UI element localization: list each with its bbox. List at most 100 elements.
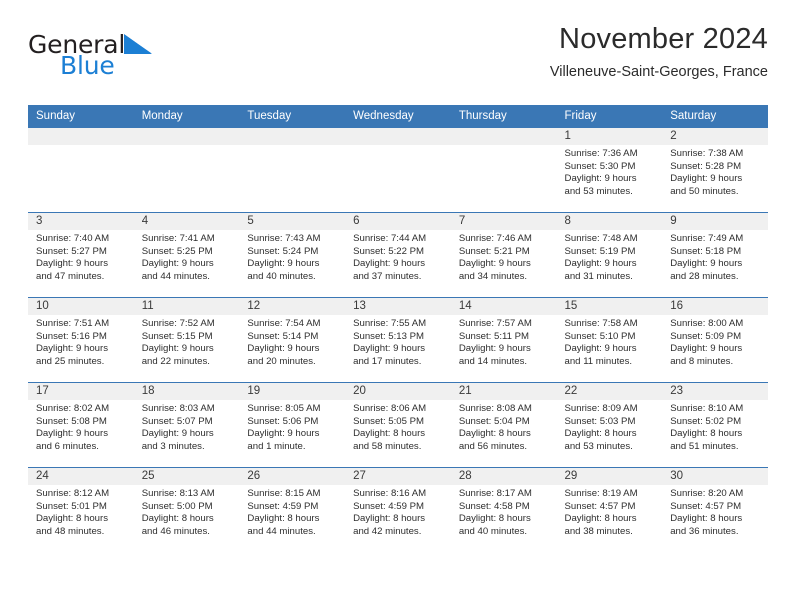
weekday-header-tuesday: Tuesday xyxy=(239,105,346,128)
day-detail-line: and 14 minutes. xyxy=(458,355,528,367)
calendar-day-cell[interactable]: 16 Sunrise: 8:00 AM Sunset: 5:09 PM Dayligh… xyxy=(662,297,768,383)
calendar-day-cell[interactable]: 29 Sunrise: 8:19 AM Sunset: 4:57 PM Dayligh… xyxy=(556,467,663,552)
day-detail-line: Daylight: 9 hours xyxy=(247,258,320,270)
brand-logo[interactable]: General Blue xyxy=(28,32,228,88)
day-detail-line: Daylight: 8 hours xyxy=(458,513,531,525)
calendar-day-cell[interactable]: 25 Sunrise: 8:13 AM Sunset: 5:00 PM Dayligh… xyxy=(133,467,240,552)
day-detail-line: Sunset: 5:19 PM xyxy=(564,245,636,257)
day-detail-line: Daylight: 9 hours xyxy=(247,428,320,440)
calendar-day-cell[interactable]: 15 Sunrise: 7:58 AM Sunset: 5:10 PM Dayligh… xyxy=(556,297,663,383)
calendar-day-cell[interactable]: 24 Sunrise: 8:12 AM Sunset: 5:01 PM Dayligh… xyxy=(28,467,134,552)
calendar-day-cell[interactable]: 4 Sunrise: 7:41 AM Sunset: 5:25 PM Daylight… xyxy=(133,212,240,298)
day-details xyxy=(345,145,451,148)
day-details: Sunrise: 8:00 AM Sunset: 5:09 PM Daylight:… xyxy=(662,315,768,368)
calendar-day-cell[interactable]: 20 Sunrise: 8:06 AM Sunset: 5:05 PM Dayligh… xyxy=(345,382,451,468)
day-details: Sunrise: 8:20 AM Sunset: 4:57 PM Daylight:… xyxy=(662,485,768,538)
day-cell-inner xyxy=(345,128,451,212)
day-number: 2 xyxy=(662,128,768,145)
day-detail-line: Daylight: 9 hours xyxy=(458,343,531,355)
calendar-day-cell[interactable]: 6 Sunrise: 7:44 AM Sunset: 5:22 PM Daylight… xyxy=(345,212,451,298)
day-detail-line: and 48 minutes. xyxy=(36,525,105,537)
day-detail-line: and 11 minutes. xyxy=(564,355,633,367)
day-details: Sunrise: 7:38 AM Sunset: 5:28 PM Daylight:… xyxy=(662,145,768,198)
day-details: Sunrise: 7:36 AM Sunset: 5:30 PM Daylight:… xyxy=(557,145,663,198)
day-number: 18 xyxy=(133,383,240,400)
calendar-day-cell[interactable]: 5 Sunrise: 7:43 AM Sunset: 5:24 PM Daylight… xyxy=(239,212,346,298)
day-cell-inner: 3 Sunrise: 7:40 AM Sunset: 5:27 PM Daylight… xyxy=(28,213,134,297)
day-details: Sunrise: 8:08 AM Sunset: 5:04 PM Daylight:… xyxy=(451,400,557,453)
day-details: Sunrise: 8:05 AM Sunset: 5:06 PM Daylight:… xyxy=(239,400,345,453)
day-detail-line: Daylight: 9 hours xyxy=(36,428,108,440)
triangle-logo-icon xyxy=(123,33,153,59)
day-detail-line: and 42 minutes. xyxy=(353,525,422,537)
day-detail-line: Sunset: 5:21 PM xyxy=(458,245,530,257)
day-number: 21 xyxy=(450,383,557,400)
day-details: Sunrise: 8:02 AM Sunset: 5:08 PM Daylight:… xyxy=(28,400,134,453)
calendar-day-cell[interactable]: 9 Sunrise: 7:49 AM Sunset: 5:18 PM Daylight… xyxy=(662,212,768,298)
day-detail-line: Sunrise: 7:38 AM xyxy=(670,148,744,159)
calendar-day-cell[interactable]: 23 Sunrise: 8:10 AM Sunset: 5:02 PM Dayligh… xyxy=(662,382,768,468)
day-details: Sunrise: 8:13 AM Sunset: 5:00 PM Daylight:… xyxy=(134,485,240,538)
day-details: Sunrise: 8:16 AM Sunset: 4:59 PM Daylight:… xyxy=(345,485,451,538)
calendar-day-cell[interactable]: 28 Sunrise: 8:17 AM Sunset: 4:58 PM Dayligh… xyxy=(450,467,557,552)
title-block: November 2024 Villeneuve-Saint-Georges, … xyxy=(550,22,768,83)
calendar-day-cell[interactable]: 26 Sunrise: 8:15 AM Sunset: 4:59 PM Dayligh… xyxy=(239,467,346,552)
calendar-day-cell[interactable]: 14 Sunrise: 7:57 AM Sunset: 5:11 PM Dayligh… xyxy=(450,297,557,383)
day-detail-line: Sunrise: 7:44 AM xyxy=(353,233,427,244)
day-detail-line: Daylight: 8 hours xyxy=(564,428,637,440)
day-cell-inner xyxy=(133,128,240,212)
day-number: 10 xyxy=(28,298,134,315)
day-details: Sunrise: 7:58 AM Sunset: 5:10 PM Daylight:… xyxy=(557,315,663,368)
calendar-day-cell-empty xyxy=(133,127,240,213)
day-detail-line: Daylight: 8 hours xyxy=(353,428,426,440)
day-detail-line: Sunrise: 8:16 AM xyxy=(353,488,427,499)
calendar-day-cell[interactable]: 8 Sunrise: 7:48 AM Sunset: 5:19 PM Daylight… xyxy=(556,212,663,298)
calendar-day-cell[interactable]: 10 Sunrise: 7:51 AM Sunset: 5:16 PM Dayligh… xyxy=(28,297,134,383)
calendar-day-cell[interactable]: 30 Sunrise: 8:20 AM Sunset: 4:57 PM Dayligh… xyxy=(662,467,768,552)
day-detail-line: Sunset: 4:58 PM xyxy=(458,500,530,512)
calendar-day-cell[interactable]: 1 Sunrise: 7:36 AM Sunset: 5:30 PM Daylight… xyxy=(556,127,663,213)
day-detail-line: Sunset: 5:00 PM xyxy=(141,500,213,512)
calendar-day-cell[interactable]: 13 Sunrise: 7:55 AM Sunset: 5:13 PM Dayligh… xyxy=(345,297,451,383)
calendar-day-cell[interactable]: 22 Sunrise: 8:09 AM Sunset: 5:03 PM Dayligh… xyxy=(556,382,663,468)
day-number: 20 xyxy=(345,383,451,400)
weekday-header-sunday: Sunday xyxy=(28,105,134,128)
day-details: Sunrise: 7:40 AM Sunset: 5:27 PM Daylight:… xyxy=(28,230,134,283)
calendar-day-cell[interactable]: 3 Sunrise: 7:40 AM Sunset: 5:27 PM Daylight… xyxy=(28,212,134,298)
day-detail-line: and 40 minutes. xyxy=(247,270,316,282)
day-cell-inner: 4 Sunrise: 7:41 AM Sunset: 5:25 PM Daylight… xyxy=(133,213,240,297)
calendar-day-cell[interactable]: 7 Sunrise: 7:46 AM Sunset: 5:21 PM Daylight… xyxy=(450,212,557,298)
calendar-day-cell[interactable]: 18 Sunrise: 8:03 AM Sunset: 5:07 PM Dayligh… xyxy=(133,382,240,468)
day-detail-line: Daylight: 9 hours xyxy=(670,343,743,355)
calendar-day-cell-empty xyxy=(345,127,451,213)
weekday-header-monday: Monday xyxy=(133,105,240,128)
calendar-day-cell[interactable]: 27 Sunrise: 8:16 AM Sunset: 4:59 PM Dayligh… xyxy=(345,467,451,552)
day-detail-line: and 44 minutes. xyxy=(247,525,316,537)
day-detail-line: Sunset: 5:27 PM xyxy=(36,245,107,257)
calendar-day-cell[interactable]: 12 Sunrise: 7:54 AM Sunset: 5:14 PM Dayligh… xyxy=(239,297,346,383)
day-detail-line: and 1 minute. xyxy=(247,440,306,452)
day-detail-line: Sunset: 5:24 PM xyxy=(247,245,319,257)
day-number: 25 xyxy=(133,468,240,485)
day-detail-line: Sunrise: 7:54 AM xyxy=(247,318,321,329)
day-detail-line: Daylight: 9 hours xyxy=(564,173,637,185)
day-detail-line: and 58 minutes. xyxy=(353,440,422,452)
calendar-week-row: 3 Sunrise: 7:40 AM Sunset: 5:27 PM Daylight… xyxy=(28,212,768,298)
day-detail-line: Daylight: 8 hours xyxy=(670,428,743,440)
day-detail-line: and 20 minutes. xyxy=(247,355,316,367)
day-number: 6 xyxy=(345,213,451,230)
calendar-day-cell[interactable]: 2 Sunrise: 7:38 AM Sunset: 5:28 PM Daylight… xyxy=(662,127,768,213)
day-detail-line: Sunrise: 7:49 AM xyxy=(670,233,744,244)
day-cell-inner: 30 Sunrise: 8:20 AM Sunset: 4:57 PM Dayligh… xyxy=(662,468,768,552)
calendar-day-cell[interactable]: 17 Sunrise: 8:02 AM Sunset: 5:08 PM Dayligh… xyxy=(28,382,134,468)
day-details: Sunrise: 8:06 AM Sunset: 5:05 PM Daylight:… xyxy=(345,400,451,453)
day-detail-line: Sunrise: 8:10 AM xyxy=(670,403,744,414)
day-number: 11 xyxy=(133,298,240,315)
day-detail-line: Sunset: 4:59 PM xyxy=(353,500,425,512)
day-detail-line: Daylight: 9 hours xyxy=(247,343,320,355)
calendar-day-cell[interactable]: 11 Sunrise: 7:52 AM Sunset: 5:15 PM Dayligh… xyxy=(133,297,240,383)
day-cell-inner: 17 Sunrise: 8:02 AM Sunset: 5:08 PM Dayligh… xyxy=(28,383,134,467)
day-detail-line: Sunset: 5:07 PM xyxy=(141,415,213,427)
calendar-day-cell[interactable]: 21 Sunrise: 8:08 AM Sunset: 5:04 PM Dayligh… xyxy=(450,382,557,468)
calendar-day-cell[interactable]: 19 Sunrise: 8:05 AM Sunset: 5:06 PM Dayligh… xyxy=(239,382,346,468)
